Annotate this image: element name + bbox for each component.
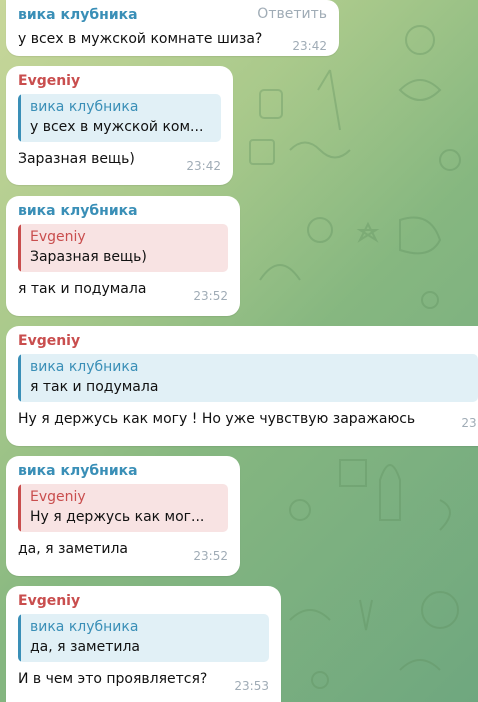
message-text: да, я заметила [18,541,129,557]
reply-quote-text: у всех в мужской ком... [30,119,204,135]
sender-name[interactable]: Evgeniy [18,72,221,90]
reply-quote[interactable]: вика клубника у всех в мужской ком... [18,94,221,142]
message-time: 23:52 [461,416,478,428]
reply-quote-sender: Evgeniy [30,489,86,505]
reply-quote-sender: вика клубника [30,619,139,635]
reply-quote[interactable]: вика клубника я так и подумала [18,354,478,402]
message-time: 23:52 [193,549,228,563]
message-bubble[interactable]: вика клубника Evgeniy Заразная вещь) я т… [6,196,240,316]
message-time: 23:52 [193,289,228,303]
reply-quote-text: я так и подумала [30,379,159,395]
message-time: 23:42 [292,39,327,53]
reply-quote[interactable]: Evgeniy Заразная вещь) [18,224,228,272]
reply-action-link[interactable]: Ответить [257,6,327,22]
message-bubble[interactable]: вика клубника Evgeniy Ну я держусь как м… [6,456,240,576]
sender-name[interactable]: вика клубника [18,202,228,220]
reply-quote[interactable]: вика клубника да, я заметила [18,614,269,662]
message-text: у всех в мужской комнате шиза? [18,31,263,47]
message-text: Заразная вещь) [18,151,135,167]
message-text: я так и подумала [18,281,147,297]
reply-quote-text: Ну я держусь как мог... [30,509,205,525]
reply-quote[interactable]: Evgeniy Ну я держусь как мог... [18,484,228,532]
reply-quote-sender: вика клубника [30,99,139,115]
message-text: Ну я держусь как могу ! Но уже чувствую … [18,411,416,427]
sender-name[interactable]: вика клубника [18,462,228,480]
message-text: И в чем это проявляется? [18,671,208,687]
message-bubble[interactable]: вика клубника Ответить у всех в мужской … [6,0,339,56]
reply-quote-text: Заразная вещь) [30,249,147,265]
message-time: 23:53 [234,679,269,693]
message-bubble[interactable]: Evgeniy вика клубника я так и подумала Н… [6,326,478,446]
sender-name[interactable]: Evgeniy [18,592,269,610]
message-bubble[interactable]: Evgeniy вика клубника да, я заметила И в… [6,586,281,702]
sender-name[interactable]: Evgeniy [18,332,466,350]
message-bubble[interactable]: Evgeniy вика клубника у всех в мужской к… [6,66,233,185]
message-time: 23:42 [186,159,221,173]
reply-quote-sender: вика клубника [30,359,139,375]
reply-quote-text: да, я заметила [30,639,141,655]
reply-quote-sender: Evgeniy [30,229,86,245]
